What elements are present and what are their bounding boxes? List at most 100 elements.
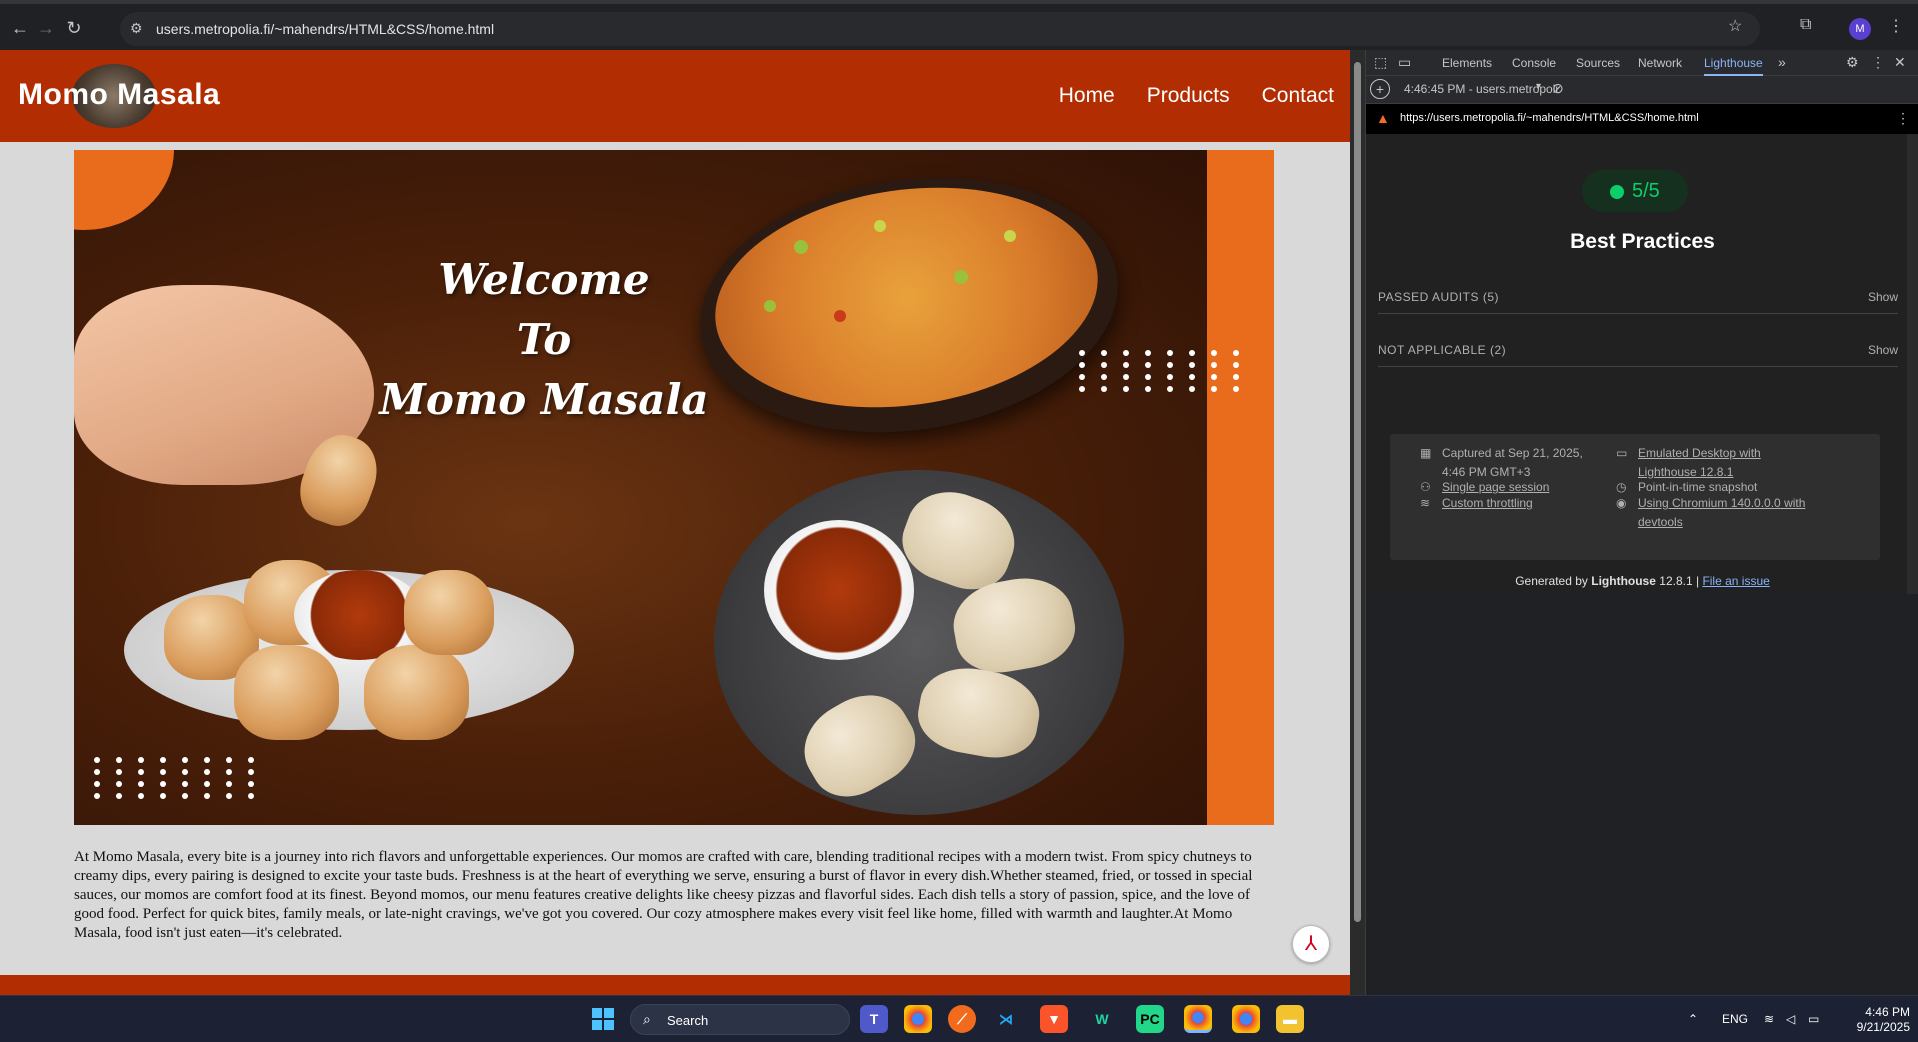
- pizza-topping: [874, 220, 886, 232]
- battery-icon[interactable]: ▭: [1808, 1012, 1819, 1026]
- taskbar: ⌕ Search T ⟋ ⋊ ▼ W PC ▬ ⌃ ENG ≋ ◁ ▭ 4:46…: [0, 995, 1918, 1042]
- close-icon[interactable]: ✕: [1894, 54, 1906, 71]
- not-applicable-count: (2): [1490, 343, 1507, 357]
- profile-avatar[interactable]: M: [1849, 18, 1871, 40]
- search-icon: ⌕: [643, 1011, 651, 1027]
- inspect-icon[interactable]: ⬚: [1374, 54, 1387, 71]
- system-clock[interactable]: 4:46 PM 9/21/2025: [1844, 1005, 1910, 1035]
- passed-audits-row[interactable]: PASSED AUDITS (5) Show: [1378, 284, 1898, 314]
- not-applicable-label: NOT APPLICABLE: [1378, 343, 1487, 357]
- site-header: Momo Masala Home Products Contact: [0, 50, 1350, 142]
- address-url[interactable]: users.metropolia.fi/~mahendrs/HTML&CSS/h…: [156, 21, 494, 37]
- hero-title-line: Welcome: [438, 255, 650, 304]
- lighthouse-toolbar: + 4:46:45 PM - users.metropoli ▾ ⊘: [1366, 76, 1918, 104]
- decorative-dots: [1079, 350, 1239, 392]
- pizza-topping: [954, 270, 968, 284]
- forward-icon[interactable]: →: [34, 16, 58, 40]
- site-logo[interactable]: Momo Masala: [18, 78, 220, 112]
- report-url[interactable]: https://users.metropolia.fi/~mahendrs/HT…: [1400, 112, 1699, 124]
- reload-icon[interactable]: ↻: [62, 16, 86, 40]
- tab-sources[interactable]: Sources: [1576, 56, 1620, 70]
- hero-title-line: Momo Masala: [379, 375, 709, 424]
- settings-icon[interactable]: ⚙: [1846, 54, 1859, 71]
- report-selector[interactable]: 4:46:45 PM - users.metropoli: [1404, 82, 1558, 96]
- passed-audits-count: (5): [1482, 290, 1499, 304]
- taskbar-search-label: Search: [667, 1013, 709, 1028]
- chrome-profile-app-icon[interactable]: [1184, 1005, 1212, 1033]
- nav-products-link[interactable]: Products: [1147, 84, 1230, 108]
- passed-audits-label: PASSED AUDITS: [1378, 290, 1479, 304]
- language-indicator[interactable]: ENG: [1722, 1012, 1748, 1026]
- site-nav: Home Products Contact: [1059, 84, 1334, 108]
- scrollbar-thumb[interactable]: [1354, 62, 1361, 922]
- tab-elements[interactable]: Elements: [1442, 56, 1492, 70]
- page-scrollbar[interactable]: [1350, 50, 1365, 995]
- more-tabs-icon[interactable]: »: [1778, 54, 1786, 70]
- address-bar[interactable]: ⚙ users.metropolia.fi/~mahendrs/HTML&CSS…: [120, 12, 1760, 46]
- score-badge[interactable]: 5/5: [1582, 170, 1688, 212]
- taskbar-search[interactable]: ⌕ Search: [630, 1004, 850, 1035]
- decorative-dots: [94, 757, 254, 799]
- show-na-button[interactable]: Show: [1868, 343, 1898, 357]
- captured-at: ▦ Captured at Sep 21, 2025, 4:46 PM GMT+…: [1420, 446, 1583, 479]
- score-value: 5/5: [1632, 180, 1660, 202]
- clock-date: 9/21/2025: [1856, 1020, 1910, 1034]
- brave-icon[interactable]: ▼: [1040, 1005, 1068, 1033]
- chevron-down-icon[interactable]: ▾: [1536, 81, 1541, 92]
- pycharm-icon[interactable]: PC: [1136, 1005, 1164, 1033]
- not-applicable-row[interactable]: NOT APPLICABLE (2) Show: [1378, 337, 1898, 367]
- start-icon[interactable]: [592, 1008, 614, 1030]
- new-report-icon[interactable]: +: [1370, 79, 1390, 99]
- emulated-link[interactable]: ▭ Emulated Desktop with Lighthouse 12.8.…: [1616, 444, 1808, 482]
- generated-by: Generated by Lighthouse 12.8.1 | File an…: [1515, 574, 1770, 588]
- report-url-bar: ▲ https://users.metropolia.fi/~mahendrs/…: [1366, 104, 1918, 134]
- extensions-icon[interactable]: ⧉: [1800, 16, 1811, 34]
- chromium-link[interactable]: ◉ Using Chromium 140.0.0.0 with devtools: [1616, 494, 1808, 532]
- webstorm-icon[interactable]: W: [1088, 1005, 1116, 1033]
- devtools-tabbar: ⬚ ▭ Elements Console Sources Network Lig…: [1366, 50, 1918, 76]
- chevron-up-icon[interactable]: ⌃: [1688, 1012, 1698, 1026]
- back-icon[interactable]: ←: [8, 16, 32, 40]
- hero-title: Welcome To Momo Masala: [354, 250, 734, 430]
- file-explorer-icon[interactable]: ▬: [1276, 1005, 1304, 1033]
- chrome-app-icon[interactable]: [904, 1005, 932, 1033]
- lighthouse-icon: ▲: [1376, 110, 1390, 126]
- site-footer: [0, 975, 1350, 995]
- volume-icon[interactable]: ◁: [1786, 1012, 1795, 1026]
- hero-title-line: To: [516, 315, 572, 364]
- score-indicator: [1610, 185, 1624, 199]
- pizza-topping: [1004, 230, 1016, 242]
- report-menu-icon[interactable]: ⋮: [1896, 110, 1910, 127]
- nav-contact-link[interactable]: Contact: [1262, 84, 1334, 108]
- tab-console[interactable]: Console: [1512, 56, 1556, 70]
- wifi-icon: ≋: [1420, 496, 1431, 510]
- throttling-link[interactable]: ≋ Custom throttling: [1420, 494, 1602, 513]
- bookmark-star-icon[interactable]: ☆: [1728, 16, 1742, 36]
- show-passed-button[interactable]: Show: [1868, 290, 1898, 304]
- nav-home-link[interactable]: Home: [1059, 84, 1115, 108]
- device-toolbar-icon[interactable]: ▭: [1398, 54, 1411, 71]
- tab-network[interactable]: Network: [1638, 56, 1682, 70]
- file-issue-link[interactable]: File an issue: [1702, 574, 1769, 588]
- page-viewport: Momo Masala Home Products Contact Welcom…: [0, 50, 1350, 995]
- devtools-menu-icon[interactable]: ⋮: [1871, 54, 1885, 71]
- category-title: Best Practices: [1570, 230, 1715, 253]
- wifi-tray-icon[interactable]: ≋: [1764, 1012, 1774, 1026]
- vscode-icon[interactable]: ⋊: [992, 1005, 1020, 1033]
- report-scrollbar[interactable]: [1907, 134, 1918, 594]
- clear-icon[interactable]: ⊘: [1552, 80, 1564, 97]
- momo-image: [404, 570, 494, 655]
- pdf-icon[interactable]: ⅄: [1292, 925, 1330, 963]
- lighthouse-report: 5/5 Best Practices PASSED AUDITS (5) Sho…: [1366, 134, 1918, 594]
- tab-lighthouse[interactable]: Lighthouse: [1704, 56, 1763, 76]
- postman-icon[interactable]: ⟋: [948, 1005, 976, 1033]
- teams-icon[interactable]: T: [860, 1005, 888, 1033]
- chutney-bowl-image: [764, 520, 914, 660]
- site-info-icon[interactable]: ⚙: [130, 20, 143, 37]
- about-paragraph: At Momo Masala, every bite is a journey …: [74, 849, 1253, 941]
- pizza-topping: [794, 240, 808, 254]
- hero-orange-stripe: [1207, 150, 1274, 825]
- chrome-profile-app-icon[interactable]: [1232, 1005, 1260, 1033]
- desktop-icon: ▭: [1616, 446, 1628, 460]
- browser-menu-icon[interactable]: ⋮: [1888, 16, 1904, 36]
